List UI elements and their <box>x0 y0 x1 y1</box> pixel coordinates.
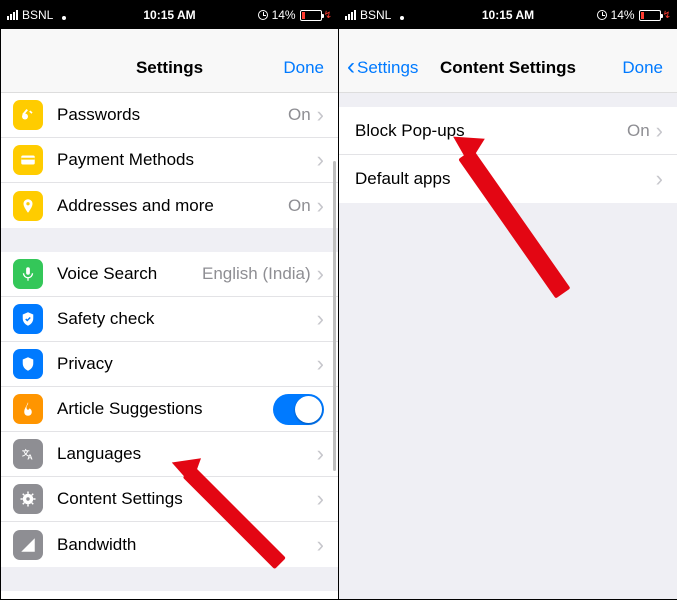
row-label: Safety check <box>57 309 317 329</box>
sheet-grabber <box>339 29 677 43</box>
done-button[interactable]: Done <box>622 58 663 78</box>
chevron-right-icon: › <box>317 488 324 510</box>
key-icon <box>13 100 43 130</box>
row-label: Passwords <box>57 105 288 125</box>
shield-icon <box>13 304 43 334</box>
chevron-right-icon: › <box>317 263 324 285</box>
battery-percent: 14% <box>272 8 296 22</box>
row-passwords[interactable]: Passwords On › <box>1 93 338 138</box>
row-value: On <box>288 105 311 125</box>
signal-icon <box>7 10 18 20</box>
row-addresses[interactable]: Addresses and more On › <box>1 183 338 228</box>
wifi-icon <box>395 10 409 20</box>
row-default-apps[interactable]: Default apps › <box>339 155 677 203</box>
row-languages[interactable]: 文A Languages › <box>1 432 338 477</box>
chevron-left-icon: ‹ <box>347 60 355 74</box>
alarm-icon <box>258 10 268 20</box>
back-label: Settings <box>357 58 418 78</box>
row-payment-methods[interactable]: Payment Methods › <box>1 138 338 183</box>
row-label: Article Suggestions <box>57 399 273 419</box>
mic-icon <box>13 259 43 289</box>
row-privacy[interactable]: Privacy › <box>1 342 338 387</box>
row-value: English (India) <box>202 264 311 284</box>
gear-icon <box>13 484 43 514</box>
scrollbar[interactable] <box>333 161 336 471</box>
settings-list[interactable]: Passwords On › Payment Methods › Address… <box>1 93 338 599</box>
fire-icon <box>13 394 43 424</box>
row-label: Default apps <box>355 169 656 189</box>
charging-icon: ↯ <box>324 10 332 21</box>
row-voice-search[interactable]: Voice Search English (India) › <box>1 252 338 297</box>
language-icon: 文A <box>13 439 43 469</box>
svg-text:A: A <box>27 452 33 461</box>
row-value: On <box>288 196 311 216</box>
chevron-right-icon: › <box>317 353 324 375</box>
chevron-right-icon: › <box>317 104 324 126</box>
battery-icon <box>639 10 661 21</box>
screenshot-content-settings: BSNL 10:15 AM 14% ↯ ‹ Settings Content S… <box>339 1 677 599</box>
chevron-right-icon: › <box>317 195 324 217</box>
row-block-popups[interactable]: Block Pop-ups On › <box>339 107 677 155</box>
content-settings-list[interactable]: Block Pop-ups On › Default apps › <box>339 93 677 599</box>
nav-title: Content Settings <box>440 58 576 78</box>
carrier-label: BSNL <box>360 8 391 22</box>
toggle-article-suggestions[interactable] <box>273 394 324 425</box>
row-bandwidth[interactable]: Bandwidth › <box>1 522 338 567</box>
signal-icon <box>345 10 356 20</box>
back-button[interactable]: ‹ Settings <box>347 58 418 78</box>
row-label: Content Settings <box>57 489 317 509</box>
row-label: Voice Search <box>57 264 202 284</box>
chevron-right-icon: › <box>317 534 324 556</box>
battery-icon <box>300 10 322 21</box>
chrome-icon <box>13 599 43 600</box>
chevron-right-icon: › <box>317 308 324 330</box>
row-label: Privacy <box>57 354 317 374</box>
card-icon <box>13 145 43 175</box>
row-label: Payment Methods <box>57 150 317 170</box>
row-article-suggestions[interactable]: Article Suggestions <box>1 387 338 432</box>
status-bar: BSNL 10:15 AM 14% ↯ <box>1 1 338 29</box>
chevron-right-icon: › <box>656 168 663 190</box>
sheet-grabber <box>1 29 338 43</box>
row-label: Block Pop-ups <box>355 121 627 141</box>
row-google-chrome[interactable]: Google Chrome › <box>1 591 338 599</box>
battery-percent: 14% <box>611 8 635 22</box>
wifi-icon <box>57 10 71 20</box>
nav-title: Settings <box>136 58 203 78</box>
bandwidth-icon <box>13 530 43 560</box>
row-value: On <box>627 121 650 141</box>
done-button[interactable]: Done <box>283 58 324 78</box>
chevron-right-icon: › <box>317 149 324 171</box>
row-label: Bandwidth <box>57 535 317 555</box>
row-label: Languages <box>57 444 317 464</box>
status-bar: BSNL 10:15 AM 14% ↯ <box>339 1 677 29</box>
alarm-icon <box>597 10 607 20</box>
row-safety-check[interactable]: Safety check › <box>1 297 338 342</box>
nav-bar: ‹ Settings Content Settings Done <box>339 43 677 93</box>
pin-icon <box>13 191 43 221</box>
row-content-settings[interactable]: Content Settings › <box>1 477 338 522</box>
carrier-label: BSNL <box>22 8 53 22</box>
charging-icon: ↯ <box>663 10 671 21</box>
screenshot-settings: BSNL 10:15 AM 14% ↯ Settings Done <box>1 1 339 599</box>
privacy-icon <box>13 349 43 379</box>
chevron-right-icon: › <box>317 443 324 465</box>
nav-bar: Settings Done <box>1 43 338 93</box>
chevron-right-icon: › <box>656 120 663 142</box>
row-label: Addresses and more <box>57 196 288 216</box>
